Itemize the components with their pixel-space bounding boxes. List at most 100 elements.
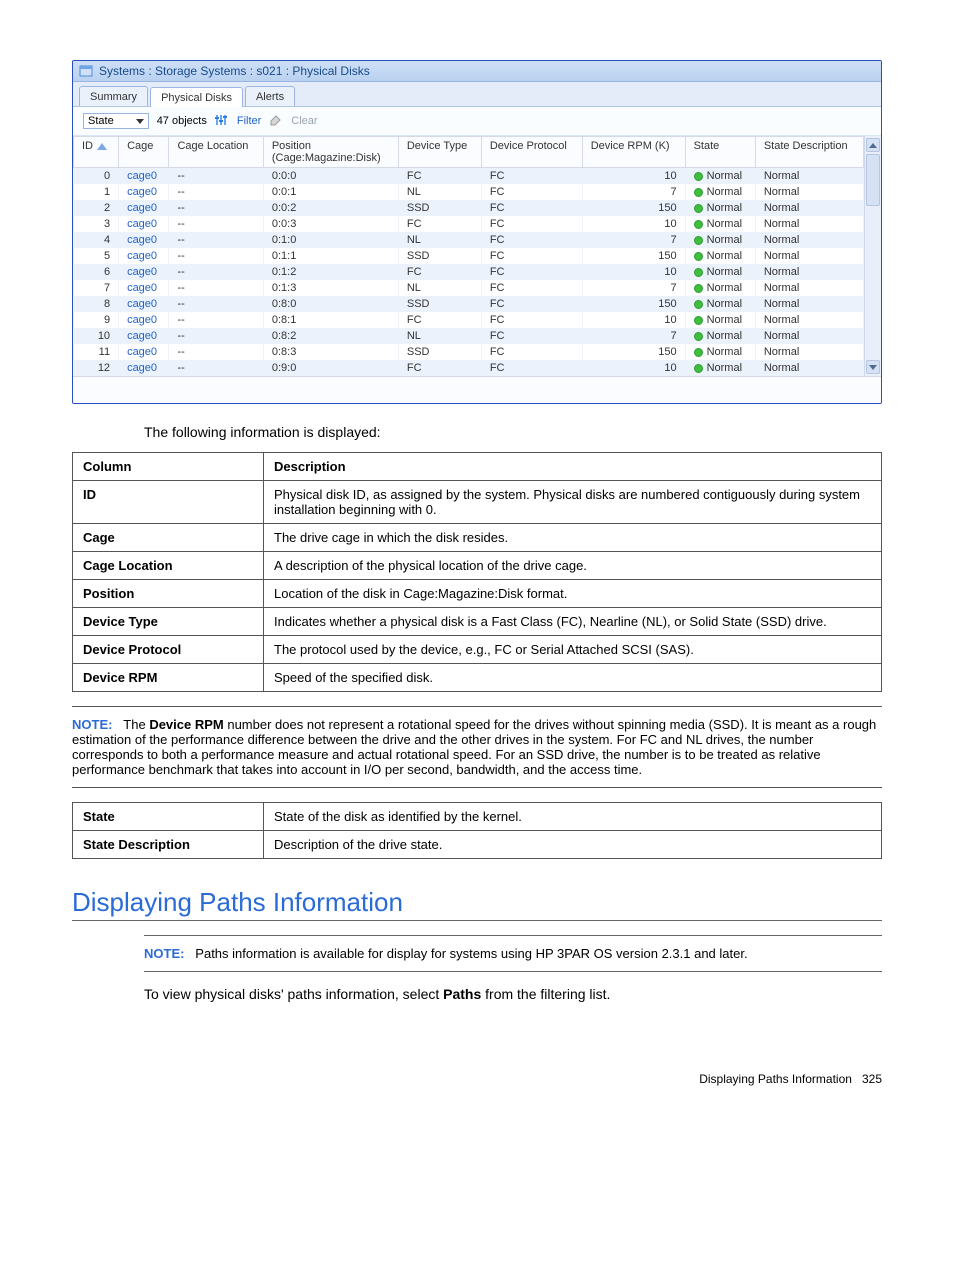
table-row[interactable]: 10cage0--0:8:2NLFC7NormalNormal [74, 328, 864, 344]
definition-term: Cage Location [73, 552, 264, 580]
cage-link[interactable]: cage0 [127, 218, 157, 230]
cell-state-description: Normal [755, 168, 863, 185]
table-row[interactable]: 2cage0--0:0:2SSDFC150NormalNormal [74, 200, 864, 216]
cage-link[interactable]: cage0 [127, 314, 157, 326]
cell-id: 0 [74, 168, 119, 185]
table-row[interactable]: 5cage0--0:1:1SSDFC150NormalNormal [74, 248, 864, 264]
cell-device-protocol: FC [481, 344, 582, 360]
cell-device-protocol: FC [481, 216, 582, 232]
cell-device-type: SSD [398, 296, 481, 312]
cage-link[interactable]: cage0 [127, 186, 157, 198]
table-row[interactable]: 7cage0--0:1:3NLFC7NormalNormal [74, 280, 864, 296]
cell-state-description: Normal [755, 312, 863, 328]
table-row[interactable]: 11cage0--0:8:3SSDFC150NormalNormal [74, 344, 864, 360]
col-position[interactable]: Position(Cage:Magazine:Disk) [263, 137, 398, 168]
scroll-down-button[interactable] [866, 360, 880, 374]
cell-state-description: Normal [755, 184, 863, 200]
cell-id: 8 [74, 296, 119, 312]
cell-state: Normal [685, 184, 755, 200]
definition-description: State of the disk as identified by the k… [264, 803, 882, 831]
cell-state-description: Normal [755, 360, 863, 376]
tab-physical-disks[interactable]: Physical Disks [150, 87, 243, 107]
cell-state: Normal [685, 168, 755, 185]
cage-link[interactable]: cage0 [127, 202, 157, 214]
cell-id: 11 [74, 344, 119, 360]
cell-device-type: NL [398, 328, 481, 344]
definition-description: Indicates whether a physical disk is a F… [264, 608, 882, 636]
col-id[interactable]: ID [74, 137, 119, 168]
col-device-rpm[interactable]: Device RPM (K) [582, 137, 685, 168]
scroll-thumb[interactable] [866, 154, 880, 206]
tab-summary[interactable]: Summary [79, 86, 148, 106]
vertical-scrollbar[interactable] [864, 136, 881, 376]
cell-device-type: FC [398, 216, 481, 232]
cell-position: 0:0:3 [263, 216, 398, 232]
grid-footer [73, 376, 881, 403]
section-heading: Displaying Paths Information [72, 887, 882, 921]
cage-link[interactable]: cage0 [127, 362, 157, 374]
paths-instruction: To view physical disks' paths informatio… [144, 986, 882, 1002]
cage-link[interactable]: cage0 [127, 298, 157, 310]
definition-description: Physical disk ID, as assigned by the sys… [264, 481, 882, 524]
table-row[interactable]: 8cage0--0:8:0SSDFC150NormalNormal [74, 296, 864, 312]
definition-row: Device TypeIndicates whether a physical … [73, 608, 882, 636]
cell-device-rpm: 7 [582, 232, 685, 248]
cell-device-rpm: 7 [582, 280, 685, 296]
status-dot-icon [694, 172, 703, 181]
cell-cage: cage0 [119, 184, 169, 200]
definition-term: State [73, 803, 264, 831]
cage-link[interactable]: cage0 [127, 266, 157, 278]
cell-cage: cage0 [119, 280, 169, 296]
cell-device-type: FC [398, 168, 481, 185]
object-count: 47 objects [157, 115, 207, 127]
table-row[interactable]: 12cage0--0:9:0FCFC10NormalNormal [74, 360, 864, 376]
filter-link[interactable]: Filter [237, 115, 261, 127]
col-device-protocol[interactable]: Device Protocol [481, 137, 582, 168]
table-row[interactable]: 9cage0--0:8:1FCFC10NormalNormal [74, 312, 864, 328]
window-icon [79, 64, 93, 78]
definition-row: CageThe drive cage in which the disk res… [73, 524, 882, 552]
definition-term: ID [73, 481, 264, 524]
col-cage-location[interactable]: Cage Location [169, 137, 263, 168]
cell-device-rpm: 10 [582, 264, 685, 280]
cell-device-protocol: FC [481, 200, 582, 216]
definition-description: Location of the disk in Cage:Magazine:Di… [264, 580, 882, 608]
cage-link[interactable]: cage0 [127, 330, 157, 342]
definition-row: Device ProtocolThe protocol used by the … [73, 636, 882, 664]
table-row[interactable]: 6cage0--0:1:2FCFC10NormalNormal [74, 264, 864, 280]
cage-link[interactable]: cage0 [127, 250, 157, 262]
cell-state: Normal [685, 312, 755, 328]
cell-position: 0:1:1 [263, 248, 398, 264]
status-dot-icon [694, 220, 703, 229]
table-row[interactable]: 3cage0--0:0:3FCFC10NormalNormal [74, 216, 864, 232]
cage-link[interactable]: cage0 [127, 234, 157, 246]
cell-id: 4 [74, 232, 119, 248]
scroll-up-button[interactable] [866, 138, 880, 152]
cell-cage-location: -- [169, 232, 263, 248]
table-row[interactable]: 4cage0--0:1:0NLFC7NormalNormal [74, 232, 864, 248]
table-row[interactable]: 0cage0--0:0:0FCFC10NormalNormal [74, 168, 864, 185]
tab-bar: Summary Physical Disks Alerts [73, 82, 881, 107]
cage-link[interactable]: cage0 [127, 170, 157, 182]
col-state-description[interactable]: State Description [755, 137, 863, 168]
cell-state-description: Normal [755, 232, 863, 248]
cell-cage: cage0 [119, 312, 169, 328]
tab-alerts[interactable]: Alerts [245, 86, 295, 106]
cage-link[interactable]: cage0 [127, 346, 157, 358]
cage-link[interactable]: cage0 [127, 282, 157, 294]
col-device-type[interactable]: Device Type [398, 137, 481, 168]
cell-cage-location: -- [169, 280, 263, 296]
state-dropdown[interactable]: State [83, 113, 149, 129]
cell-state: Normal [685, 216, 755, 232]
cell-position: 0:0:2 [263, 200, 398, 216]
cell-position: 0:0:0 [263, 168, 398, 185]
note-label: NOTE: [144, 946, 184, 961]
physical-disks-grid: ID Cage Cage Location Position(Cage:Maga… [73, 136, 864, 376]
cell-cage: cage0 [119, 360, 169, 376]
cell-device-protocol: FC [481, 280, 582, 296]
cell-device-type: NL [398, 184, 481, 200]
cell-device-rpm: 150 [582, 296, 685, 312]
col-cage[interactable]: Cage [119, 137, 169, 168]
col-state[interactable]: State [685, 137, 755, 168]
table-row[interactable]: 1cage0--0:0:1NLFC7NormalNormal [74, 184, 864, 200]
